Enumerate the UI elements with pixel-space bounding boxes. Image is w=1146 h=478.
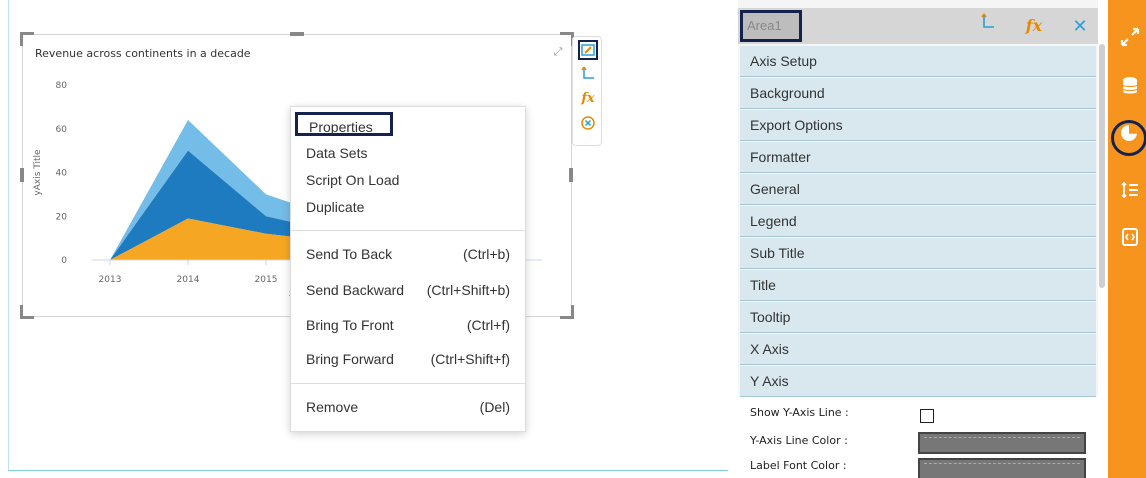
x-tick-label: 2015 <box>255 275 278 285</box>
y-axis-line-color-label: Y-Axis Line Color : <box>750 434 848 447</box>
x-tick-label: 2013 <box>99 275 122 285</box>
label-font-color-picker[interactable] <box>918 458 1086 478</box>
chart-mini-toolbar: fx <box>572 36 602 146</box>
section-formatter[interactable]: Formatter <box>740 142 1096 173</box>
menu-item-send-to-back[interactable]: Send To Back (Ctrl+b) <box>306 242 510 266</box>
section-list: Axis Setup Background Export Options For… <box>740 46 1096 398</box>
y-tick-label: 60 <box>56 125 68 135</box>
expand-icon[interactable]: ⤢ <box>550 44 566 60</box>
section-x-axis[interactable]: X Axis <box>740 334 1096 365</box>
sort-list-icon[interactable] <box>1118 180 1142 204</box>
chart-title: Revenue across continents in a decade <box>35 47 251 60</box>
close-icon[interactable]: ✕ <box>1064 12 1096 40</box>
section-title[interactable]: Title <box>740 270 1096 301</box>
section-sub-title[interactable]: Sub Title <box>740 238 1096 269</box>
label-font-color-label: Label Font Color : <box>750 459 847 472</box>
menu-item-bring-forward[interactable]: Bring Forward (Ctrl+Shift+f) <box>306 347 510 371</box>
close-circle-icon[interactable] <box>578 115 598 135</box>
menu-item-data-sets[interactable]: Data Sets <box>306 141 510 165</box>
section-export-options[interactable]: Export Options <box>740 110 1096 141</box>
fx-icon[interactable]: fx <box>578 89 598 109</box>
resize-handle-right[interactable] <box>569 168 573 182</box>
edit-icon[interactable] <box>578 40 598 60</box>
context-menu: Properties Data Sets Script On Load Dupl… <box>290 106 526 432</box>
resize-handle-top[interactable] <box>290 32 304 36</box>
show-y-axis-line-checkbox[interactable] <box>920 409 934 423</box>
section-axis-setup[interactable]: Axis Setup <box>740 46 1096 77</box>
section-legend[interactable]: Legend <box>740 206 1096 237</box>
component-name-input[interactable]: Area1 <box>740 10 802 42</box>
section-background[interactable]: Background <box>740 78 1096 109</box>
section-tooltip[interactable]: Tooltip <box>740 302 1096 333</box>
axis-icon[interactable] <box>578 65 598 85</box>
menu-divider <box>291 230 525 231</box>
menu-item-remove[interactable]: Remove (Del) <box>306 395 510 419</box>
menu-item-bring-to-front[interactable]: Bring To Front (Ctrl+f) <box>306 313 510 337</box>
menu-divider <box>291 383 525 384</box>
x-tick-label: 2014 <box>177 275 200 285</box>
y-tick-label: 40 <box>56 169 68 179</box>
section-y-axis[interactable]: Y Axis <box>740 366 1096 397</box>
fx-icon[interactable]: fx <box>1018 12 1050 40</box>
y-tick-label: 0 <box>61 256 67 266</box>
y-axis-title: yAxis Title <box>33 149 43 196</box>
show-y-axis-line-label: Show Y-Axis Line : <box>750 406 849 419</box>
menu-item-send-backward[interactable]: Send Backward (Ctrl+Shift+b) <box>306 278 510 302</box>
section-general[interactable]: General <box>740 174 1096 205</box>
expand-arrows-icon[interactable] <box>1118 26 1142 50</box>
panel-header: Area1 fx ✕ <box>738 8 1098 44</box>
panel-scrollbar[interactable] <box>1099 44 1105 288</box>
y-tick-label: 20 <box>56 212 68 222</box>
menu-item-script-on-load[interactable]: Script On Load <box>306 168 510 192</box>
axis-icon[interactable] <box>972 12 1004 40</box>
menu-item-duplicate[interactable]: Duplicate <box>306 195 510 219</box>
pie-chart-icon[interactable] <box>1111 120 1146 156</box>
y-tick-label: 80 <box>56 81 68 91</box>
menu-item-properties[interactable]: Properties <box>295 112 393 136</box>
resize-corner-top-left[interactable] <box>20 32 34 46</box>
y-axis-line-color-picker[interactable] <box>918 432 1086 454</box>
right-tool-rail <box>1108 0 1146 478</box>
script-icon[interactable] <box>1118 227 1142 251</box>
resize-corner-bottom-right[interactable] <box>560 305 574 319</box>
database-icon[interactable] <box>1118 76 1142 100</box>
